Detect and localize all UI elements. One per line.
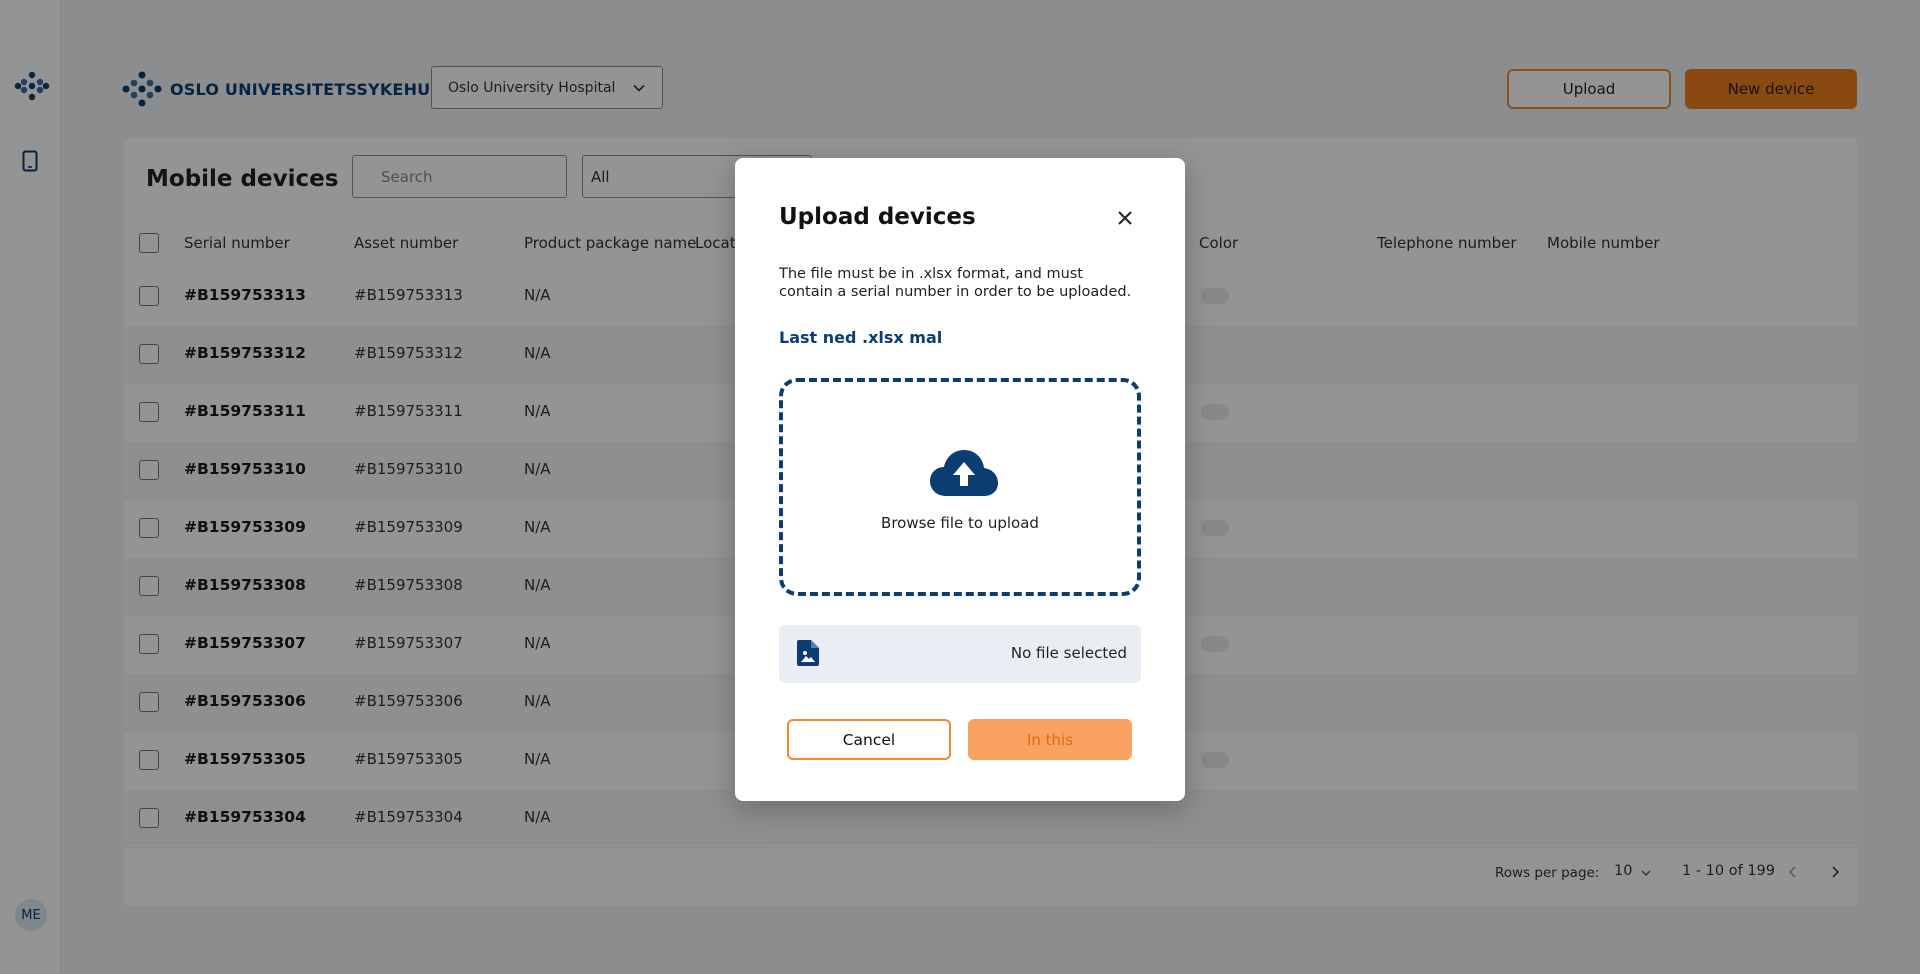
dialog-title: Upload devices	[779, 204, 976, 230]
file-image-icon	[797, 640, 819, 666]
download-template-link[interactable]: Last ned .xlsx mal	[779, 328, 942, 347]
cancel-button[interactable]: Cancel	[787, 719, 951, 760]
upload-devices-dialog: Upload devices The file must be in .xlsx…	[735, 158, 1185, 801]
file-status: No file selected	[1010, 644, 1127, 662]
selected-file-box: No file selected	[779, 625, 1141, 683]
submit-button[interactable]: In this	[968, 719, 1132, 760]
cloud-upload-icon	[930, 450, 998, 496]
close-icon[interactable]	[1113, 206, 1137, 230]
file-dropzone[interactable]: Browse file to upload	[779, 378, 1141, 596]
dropzone-label: Browse file to upload	[881, 514, 1039, 532]
app-root: ME OSLO UNIVERSITETSSYKEHUS Oslo Univers…	[0, 0, 1920, 974]
dialog-description: The file must be in .xlsx format, and mu…	[779, 266, 1132, 300]
